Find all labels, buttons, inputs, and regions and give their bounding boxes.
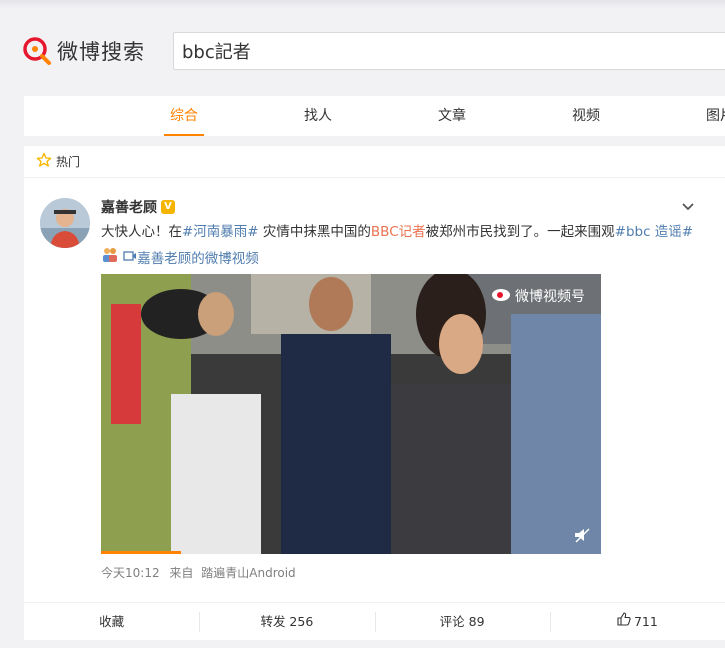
verified-badge-icon: V (161, 200, 175, 214)
post-text: 大快人心！在#河南暴雨# 灾情中抹黑中国的BBC记者被郑州市民找到了。一起来围观… (101, 220, 711, 272)
mute-icon[interactable] (573, 526, 591, 544)
topic-link-henan-rain[interactable]: #河南暴雨# (182, 224, 259, 240)
star-icon (36, 152, 52, 172)
source-prefix: 来自 (169, 566, 194, 580)
post-card: 热门 嘉善老顾 V 大快人心！在#河南暴雨# 灾情中抹黑中国的BBC记者被郑州市… (24, 146, 725, 640)
author-name[interactable]: 嘉善老顾 (101, 197, 157, 217)
thumbs-up-icon (617, 603, 631, 641)
like-button[interactable]: 711 (549, 603, 725, 641)
weibo-search-logo[interactable]: 微博搜索 (22, 36, 145, 66)
people-emoji-icon (101, 245, 119, 272)
repost-button[interactable]: 转发 256 (199, 603, 374, 640)
video-link-text: 嘉善老顾的微博视频 (137, 250, 259, 267)
post-meta: 今天10:12 来自 踏遍青山Android (101, 564, 296, 581)
post-text-part-2: 灾情中抹黑中国的 (258, 224, 371, 240)
post-text-part-1: 大快人心！在 (101, 224, 182, 240)
author-avatar[interactable] (40, 198, 90, 248)
search-keyword-link[interactable]: BBC记者 (371, 224, 426, 240)
topic-link-bbc-rumor[interactable]: #bbc 造谣# (615, 224, 693, 240)
tab-articles[interactable]: 文章 (432, 96, 472, 136)
tab-bar: 综合 找人 文章 视频 图片 (24, 96, 725, 136)
tab-all[interactable]: 综合 (164, 96, 204, 136)
search-input[interactable] (174, 33, 725, 69)
logo-text: 微博搜索 (57, 40, 145, 64)
video-frame (101, 274, 601, 554)
tab-videos[interactable]: 视频 (566, 96, 606, 136)
weibo-eye-icon (491, 286, 511, 306)
hot-section-header: 热门 (24, 146, 725, 178)
tab-users[interactable]: 找人 (298, 96, 338, 136)
post-time[interactable]: 今天10:12 (101, 566, 160, 580)
search-box[interactable] (173, 32, 725, 70)
video-progress-bar[interactable] (101, 551, 181, 554)
post-actions: 收藏 转发 256 评论 89 711 (24, 602, 725, 640)
post-text-part-3: 被郑州市民找到了。一起来围观 (425, 224, 615, 240)
video-watermark-text: 微博视频号 (515, 289, 585, 305)
video-watermark: 微博视频号 (491, 286, 585, 306)
collect-button[interactable]: 收藏 (24, 603, 199, 640)
author-info: 嘉善老顾 V (101, 197, 175, 217)
chevron-down-icon[interactable] (679, 198, 697, 216)
weibo-search-logo-icon (22, 36, 52, 66)
hot-label: 热门 (56, 155, 81, 169)
video-link[interactable]: 嘉善老顾的微博视频 (123, 251, 259, 267)
like-count: 711 (633, 613, 658, 629)
video-link-icon (123, 246, 137, 271)
tab-images[interactable]: 图片 (700, 96, 725, 136)
top-shadow (0, 0, 725, 8)
top-bar: 微博搜索 (0, 0, 725, 94)
comment-button[interactable]: 评论 89 (374, 603, 550, 640)
video-player[interactable]: 微博视频号 (101, 274, 601, 554)
post-source[interactable]: 踏遍青山Android (201, 566, 295, 580)
